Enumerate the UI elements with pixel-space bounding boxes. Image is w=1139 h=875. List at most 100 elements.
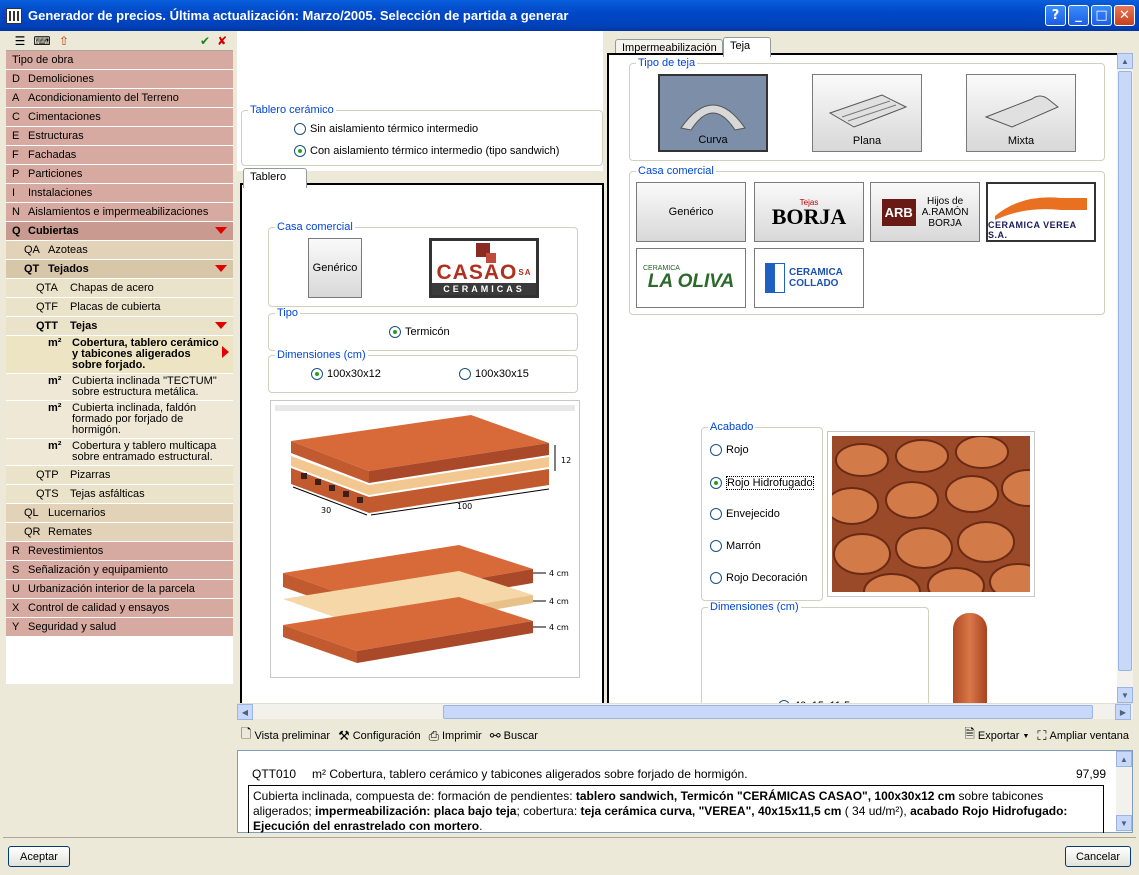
cross-icon[interactable]: ✘ — [214, 34, 230, 48]
tree-leaf-item[interactable]: m² Cobertura y tablero multicapa sobre en… — [6, 439, 233, 466]
tree-item-label: Seguridad y salud — [28, 621, 117, 633]
tree-item[interactable]: QTF Placas de cubierta — [6, 298, 233, 317]
verea-button[interactable]: CERAMICA VEREA S.A. — [986, 182, 1096, 242]
tree-item[interactable]: C Cimentaciones — [6, 108, 233, 127]
generico-teja-button[interactable]: Genérico — [636, 182, 746, 242]
exportar-button[interactable]: 🗎 Exportar ▼ — [964, 725, 1029, 747]
buscar-button[interactable]: ⚯ Buscar — [490, 729, 538, 744]
expand-triangle-icon[interactable] — [215, 265, 227, 272]
tree-item[interactable]: QR Remates — [6, 523, 233, 542]
acabado-radio[interactable]: Rojo — [710, 444, 749, 456]
scroll-down-button[interactable]: ▼ — [1117, 687, 1133, 703]
dim-100x30x12-radio[interactable]: 100x30x12 — [311, 368, 381, 380]
generico-button[interactable]: Genérico — [308, 238, 362, 298]
up-arrow-icon[interactable]: ⇧ — [56, 34, 72, 48]
tree-item-code: QT — [24, 263, 40, 275]
description-scrollbar[interactable]: ▲ ▼ — [1116, 751, 1132, 832]
tree-item-code: Q — [12, 225, 21, 237]
check-icon[interactable]: ✔ — [197, 34, 213, 48]
curva-button[interactable]: Curva — [658, 74, 768, 152]
arb-text-3: BORJA — [928, 217, 962, 229]
generico-teja-label: Genérico — [668, 206, 714, 218]
acabado-radio[interactable]: Marrón — [710, 540, 761, 552]
tree-item[interactable]: F Fachadas — [6, 146, 233, 165]
collado-button[interactable]: CERAMICA COLLADO — [754, 248, 864, 308]
list-icon[interactable]: ☰ — [12, 34, 28, 48]
tree-item-label: Placas de cubierta — [70, 301, 161, 313]
acabado-radio[interactable]: Rojo Decoración — [710, 572, 807, 584]
scroll-up-button[interactable]: ▲ — [1117, 53, 1133, 69]
desc-scroll-down[interactable]: ▼ — [1116, 815, 1132, 831]
generico-label: Genérico — [312, 262, 358, 274]
tree-leaf-item[interactable]: m² Cubierta inclinada, faldón formado por… — [6, 401, 233, 439]
help-button[interactable]: ? — [1045, 5, 1066, 26]
tree-item[interactable]: QA Azoteas — [6, 241, 233, 260]
scroll-right-button[interactable]: ▶ — [1115, 704, 1131, 720]
tree-item-label: Azoteas — [48, 244, 88, 256]
tree-item[interactable]: QTP Pizarras — [6, 466, 233, 485]
horizontal-scroll-thumb[interactable] — [443, 705, 1093, 719]
casao-button[interactable]: CASAOSA CERAMICAS — [429, 238, 539, 298]
maximize-button[interactable]: □ — [1091, 5, 1112, 26]
tree-item-code: C — [12, 111, 20, 123]
la-oliva-button[interactable]: CERAMICA LA OLIVA — [636, 248, 746, 308]
tree-leaf-item[interactable]: m² Cobertura, tablero cerámico y tabicone… — [6, 336, 233, 374]
tree-item[interactable]: N Aislamientos e impermeabilizaciones — [6, 203, 233, 222]
tools-icon: ⚒ — [338, 728, 350, 744]
imprimir-button[interactable]: ⎙ Imprimir — [429, 729, 482, 744]
tree-item[interactable]: QTA Chapas de acero — [6, 279, 233, 298]
tree-item[interactable]: QT Tejados — [6, 260, 233, 279]
tree-item[interactable]: U Urbanización interior de la parcela — [6, 580, 233, 599]
tree-item-label: Demoliciones — [28, 73, 95, 85]
ampliar-ventana-button[interactable]: ⛶ Ampliar ventana — [1037, 729, 1129, 744]
arb-button[interactable]: ARB Hijos de A.RAMÓN BORJA — [870, 182, 980, 242]
desc-part-1: Cubierta inclinada, compuesta de: formac… — [253, 789, 576, 803]
tree-item[interactable]: A Acondicionamiento del Terreno — [6, 89, 233, 108]
mixta-label: Mixta — [1007, 135, 1035, 147]
tree-item[interactable]: D Demoliciones — [6, 70, 233, 89]
tree-leaf-item[interactable]: m² Cubierta inclinada "TECTUM" sobre estr… — [6, 374, 233, 401]
vertical-scroll-thumb[interactable] — [1118, 71, 1132, 671]
dim-4cm-bottom-text: 4 cm — [549, 623, 569, 632]
tree-item-label: Urbanización interior de la parcela — [28, 583, 195, 595]
configuracion-button[interactable]: ⚒ Configuración — [338, 729, 421, 744]
desc-scroll-up[interactable]: ▲ — [1116, 751, 1132, 767]
tree-item[interactable]: S Señalización y equipamiento — [6, 561, 233, 580]
tab-teja[interactable]: Teja — [723, 37, 771, 57]
tree-item[interactable]: Y Seguridad y salud — [6, 618, 233, 637]
borja-button[interactable]: Tejas BORJA — [754, 182, 864, 242]
tree-item[interactable]: QTS Tejas asfálticas — [6, 485, 233, 504]
horizontal-scrollbar[interactable]: ◀ ▶ — [237, 703, 1133, 720]
cancel-button[interactable]: Cancelar — [1065, 846, 1131, 867]
mixta-button[interactable]: Mixta — [966, 74, 1076, 152]
vista-preliminar-button[interactable]: 🗋 Vista preliminar — [241, 725, 330, 747]
expand-triangle-icon[interactable] — [215, 227, 227, 234]
tree-item[interactable]: I Instalaciones — [6, 184, 233, 203]
acabado-radio[interactable]: Rojo Hidrofugado — [710, 476, 814, 490]
con-aislamiento-radio[interactable]: Con aislamiento térmico intermedio (tipo… — [294, 145, 559, 157]
tree-item[interactable]: R Revestimientos — [6, 542, 233, 561]
tree-item[interactable]: X Control de calidad y ensayos — [6, 599, 233, 618]
expand-triangle-icon[interactable] — [215, 322, 227, 329]
keyboard-icon[interactable]: ⌨ — [33, 34, 50, 48]
tab-tablero[interactable]: Tablero — [243, 168, 307, 188]
tree-item[interactable]: Q Cubiertas — [6, 222, 233, 241]
binoculars-icon: ⚯ — [489, 728, 501, 744]
acabado-radio[interactable]: Envejecido — [710, 508, 780, 520]
close-button[interactable]: ✕ — [1114, 5, 1135, 26]
tree-item[interactable]: E Estructuras — [6, 127, 233, 146]
tree-item[interactable]: QL Lucernarios — [6, 504, 233, 523]
plana-button[interactable]: Plana — [812, 74, 922, 152]
teja-vertical-scrollbar[interactable]: ▲ ▼ — [1117, 53, 1133, 703]
minimize-button[interactable]: _ — [1068, 5, 1089, 26]
tree-item[interactable]: Tipo de obra — [6, 51, 233, 70]
accept-button[interactable]: Aceptar — [8, 846, 70, 867]
tree-item[interactable]: QTT Tejas — [6, 317, 233, 336]
buscar-label: Buscar — [503, 730, 538, 742]
tree-item[interactable]: P Particiones — [6, 165, 233, 184]
sin-aislamiento-radio[interactable]: Sin aislamiento térmico intermedio — [294, 123, 478, 135]
scroll-left-button[interactable]: ◀ — [237, 704, 253, 720]
dim-100x30x15-radio[interactable]: 100x30x15 — [459, 368, 529, 380]
casao-logo: CASAOSA CERAMICAS — [432, 241, 536, 295]
termicon-radio[interactable]: Termicón — [389, 326, 450, 338]
